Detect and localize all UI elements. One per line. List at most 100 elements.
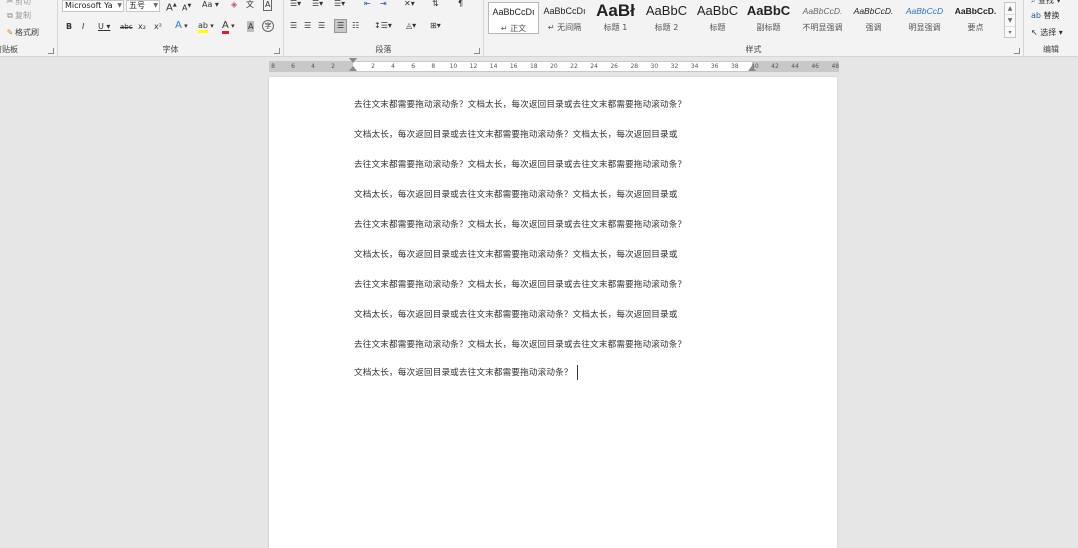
font-launcher[interactable]	[274, 48, 280, 54]
align-center-button[interactable]: ☰	[304, 20, 311, 32]
multilevel-list-button[interactable]: ☰▾	[334, 0, 345, 10]
clipboard-launcher[interactable]	[48, 48, 54, 54]
dropdown-icon: ▼	[153, 2, 158, 9]
text-effects-button[interactable]: A ▾	[175, 20, 188, 32]
style-subtle-emphasis[interactable]: AaBbCcD. 不明显强调	[797, 2, 848, 34]
style-heading-1[interactable]: AaBł 标题 1	[590, 2, 641, 34]
gallery-more-icon[interactable]: ▾	[1005, 27, 1015, 39]
highlight-button[interactable]: ab ▾	[198, 20, 214, 33]
paragraph-group: ☰▾ ☰▾ ☰▾ ⇤ ⇥ ✕▾ ⇅ ¶ ☰ ☰ ☰ ☰ ☷ ↕☰▾ ◬▾ ⊞▾ …	[284, 0, 484, 57]
enclose-characters-button[interactable]: 字	[262, 20, 274, 32]
right-indent-marker[interactable]	[748, 66, 756, 71]
ruler-number: 6	[411, 63, 416, 70]
font-name-combo[interactable]: Microsoft Ya ▼	[62, 0, 124, 12]
ruler-number: 2	[371, 63, 375, 70]
styles-gallery-scroller[interactable]: ▲ ▼ ▾	[1004, 2, 1016, 38]
select-button[interactable]: ↖ 选择 ▾	[1031, 27, 1063, 38]
styles-launcher[interactable]	[1014, 48, 1020, 54]
style-name: ↵ 正文	[500, 24, 527, 33]
borders-button[interactable]: ⊞▾	[430, 20, 441, 32]
style-no-spacing[interactable]: AaBbCcDı ↵ 无间隔	[539, 2, 590, 34]
increase-indent-button[interactable]: ⇥	[380, 0, 387, 10]
ruler-number: 24	[590, 63, 598, 70]
change-case-button[interactable]: Aa ▾	[202, 0, 219, 11]
chinese-layout-button[interactable]: ✕▾	[404, 0, 415, 10]
styles-group-label: 样式	[745, 45, 762, 54]
justify-button[interactable]: ☰	[334, 19, 348, 33]
numbering-button[interactable]: ☰▾	[312, 0, 323, 10]
shrink-font-button[interactable]: A▼	[182, 0, 191, 15]
hanging-indent-marker[interactable]	[349, 66, 357, 71]
style-heading-2[interactable]: AaBbC 标题 2	[641, 2, 692, 34]
document-line: 文档太长，每次返回目录或去往文末都需要拖动滚动条？	[354, 368, 573, 378]
style-sample: AaBbCcDı	[543, 6, 586, 16]
style-sample: AaBbCcDı	[492, 7, 535, 17]
scissors-icon: ✂	[6, 0, 14, 6]
bullets-button[interactable]: ☰▾	[290, 0, 301, 10]
italic-button[interactable]: I	[82, 21, 84, 33]
search-icon: ⌕	[1031, 0, 1036, 5]
subscript-button[interactable]: x₂	[138, 21, 146, 33]
document-page[interactable]: 去往文末都需要拖动滚动条？文档太长，每次返回目录或去往文末都需要拖动滚动条？ 文…	[269, 77, 837, 548]
first-line-indent-marker[interactable]	[349, 58, 357, 63]
scroll-down-icon[interactable]: ▼	[1005, 15, 1015, 27]
ruler-number: 12	[469, 63, 478, 70]
character-border-button[interactable]: A	[263, 0, 273, 11]
underline-button[interactable]: U ▾	[98, 21, 110, 33]
font-size-combo[interactable]: 五号 ▼	[126, 0, 160, 12]
scroll-up-icon[interactable]: ▲	[1005, 3, 1015, 15]
ribbon: ✂剪切 ⧉复制 ✎格式刷 剪贴板 Microsoft Ya▼ 五号▼ A▲ A▼…	[0, 0, 1078, 57]
bold-button[interactable]: B	[66, 21, 72, 33]
line-spacing-button[interactable]: ↕☰▾	[374, 20, 392, 32]
style-name: 标题 1	[603, 23, 628, 32]
ruler-number: 6	[291, 63, 295, 70]
copy-button[interactable]: ⧉ 复制	[6, 10, 31, 21]
ruler-number: 48	[831, 63, 840, 70]
font-group: Microsoft Ya ▼ 五号 ▼ A▲ A▼ Aa ▾ ◈ 文 A B I U…	[58, 0, 284, 57]
style-subtitle[interactable]: AaBbC 副标题	[743, 2, 794, 34]
style-sample: AaBbCcD.	[954, 6, 997, 16]
ruler-number: 30	[650, 63, 659, 70]
replace-button[interactable]: ab 替换	[1031, 10, 1060, 21]
style-emphasis[interactable]: AaBbCcD. 强调	[848, 2, 899, 34]
style-name: 要点	[967, 23, 984, 32]
style-normal[interactable]: AaBbCcDı ↵ 正文	[488, 2, 539, 34]
phonetic-guide-button[interactable]: 文	[246, 0, 254, 11]
cut-button[interactable]: ✂ 剪切	[6, 0, 31, 7]
strikethrough-button[interactable]: abc	[120, 21, 133, 33]
paintbrush-icon: ✎	[6, 28, 14, 37]
format-painter-button[interactable]: ✎ 格式刷	[6, 27, 39, 38]
ruler-number: 22	[570, 63, 578, 70]
align-left-button[interactable]: ☰	[290, 20, 297, 32]
align-right-button[interactable]: ☰	[318, 20, 325, 32]
document-line: 去往文末都需要拖动滚动条？文档太长，每次返回目录或去往文末都需要拖动滚动条？	[354, 160, 687, 170]
style-sample: AaBbCcD.	[853, 6, 894, 16]
ruler-number: 32	[670, 63, 679, 70]
font-group-label: 字体	[162, 45, 179, 54]
clipboard-group: ✂剪切 ⧉复制 ✎格式刷 剪贴板	[0, 0, 58, 57]
horizontal-ruler[interactable]: 8 6 4 2 2 4 6 8 10 12 14 16 18 20 22 24 26 28 30 32 34 36…	[269, 58, 840, 72]
grow-font-button[interactable]: A▲	[166, 0, 177, 14]
ruler-number: 34	[690, 63, 699, 70]
character-shading-button[interactable]: A	[247, 21, 255, 32]
document-line: 文档太长，每次返回目录或去往文末都需要拖动滚动条？文档太长，每次返回目录或	[354, 250, 678, 260]
decrease-indent-button[interactable]: ⇤	[364, 0, 371, 10]
ruler-number: 38	[730, 63, 739, 70]
style-strong[interactable]: AaBbCcD. 要点	[950, 2, 1001, 34]
shading-button[interactable]: ◬▾	[406, 20, 416, 32]
ruler-number: 28	[630, 63, 639, 70]
style-intense-emphasis[interactable]: AaBbCcD 明显强调	[899, 2, 950, 34]
sort-button[interactable]: ⇅	[432, 0, 439, 10]
paragraph-launcher[interactable]	[474, 48, 480, 54]
find-button[interactable]: ⌕ 查找 ▾	[1031, 0, 1061, 6]
ruler-number: 18	[529, 63, 538, 70]
style-sample: AaBbC	[696, 3, 739, 18]
clear-format-icon[interactable]: ◈	[231, 0, 237, 11]
distribute-button[interactable]: ☷	[352, 20, 359, 32]
superscript-button[interactable]: x²	[154, 21, 162, 33]
show-marks-button[interactable]: ¶	[458, 0, 463, 10]
style-name: ↵ 无间隔	[547, 23, 582, 32]
style-name: 标题	[709, 23, 726, 32]
style-title[interactable]: AaBbC 标题	[692, 2, 743, 34]
font-color-button[interactable]: A ▾	[222, 20, 235, 34]
